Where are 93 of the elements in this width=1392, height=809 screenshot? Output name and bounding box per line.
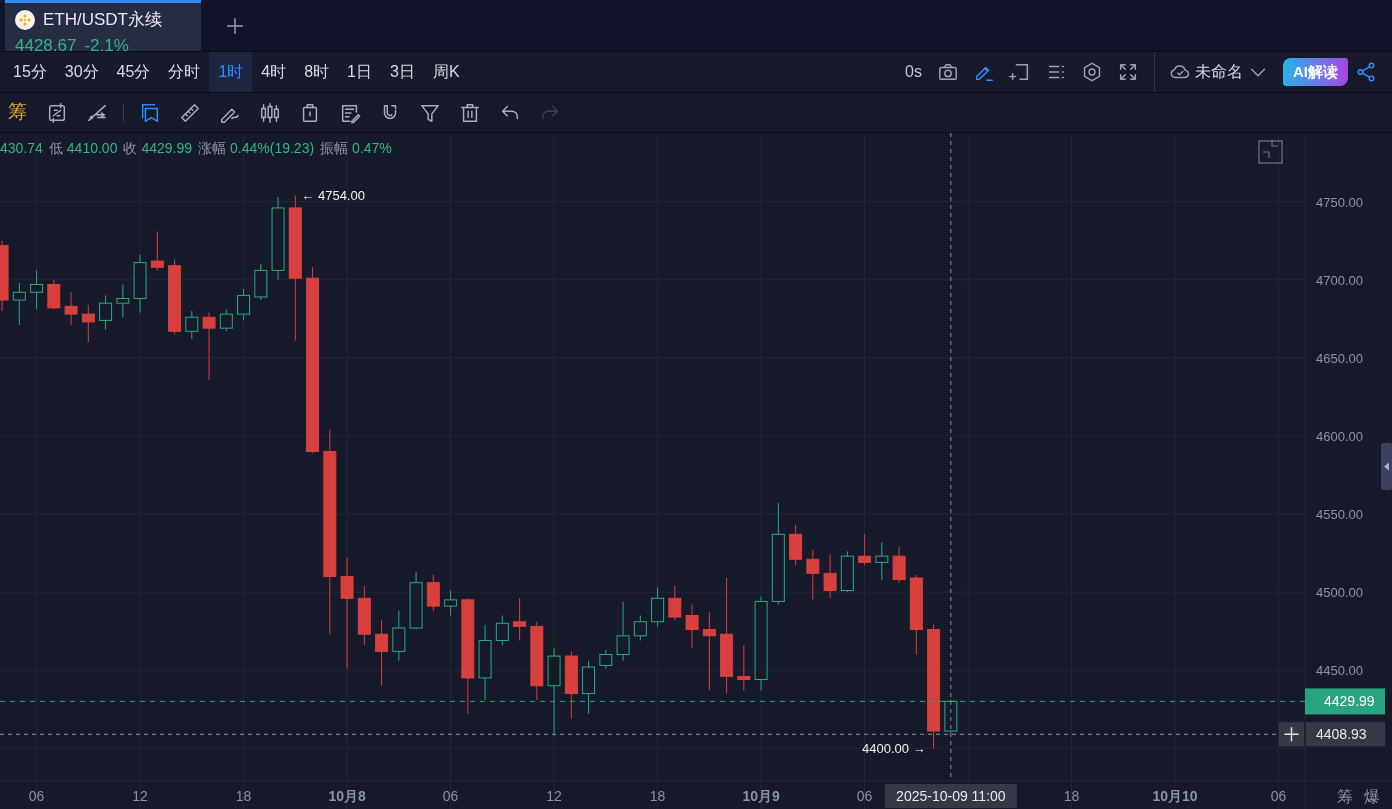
add-alert-button[interactable] [1279, 722, 1304, 747]
candlestick [651, 586, 665, 627]
candlestick [444, 590, 458, 616]
candlestick [392, 610, 406, 662]
coin-logo-icon [15, 9, 35, 30]
share-icon [1355, 61, 1377, 83]
candlestick [668, 585, 682, 621]
ai-button[interactable]: AI解读 [1283, 57, 1348, 87]
candlestick [892, 546, 906, 584]
layout-dropdown[interactable]: 未命名 [1163, 60, 1275, 84]
candlestick [789, 524, 803, 566]
time-axis-label: 10月10 [1152, 788, 1198, 804]
price-axis-label: 4500.00 [1316, 585, 1363, 601]
candlestick [99, 294, 113, 331]
ohlc-label: 低 [48, 140, 63, 156]
candlestick [237, 288, 251, 321]
candlestick [0, 240, 9, 312]
countdown-timer: 0s [905, 62, 922, 82]
axis-corner-label[interactable]: 筹 [1337, 788, 1353, 805]
candlestick [840, 550, 854, 593]
candlestick [150, 230, 164, 271]
ohlc-value: 0.47% [352, 140, 392, 156]
timeframe-tab[interactable]: 3日 [381, 52, 424, 92]
ohlc-label: 收 [123, 140, 138, 156]
ohlc-label: 振幅 [320, 140, 349, 156]
ohlc-value: 4429.99 [141, 140, 193, 156]
ref-line-label: 4408.93 [1316, 726, 1367, 743]
timeframe-tab[interactable]: 1日 [338, 52, 381, 92]
candlestick [202, 312, 216, 381]
candlestick [599, 649, 613, 670]
ref-line-label: 4429.99 [1324, 693, 1375, 710]
timeframe-tab[interactable]: 周K [423, 52, 469, 92]
time-axis-label: 18 [1063, 788, 1080, 804]
symbol-tab[interactable]: ETH/USDT永续 4428.67 -2.1% [5, 0, 201, 51]
candlestick [564, 650, 578, 720]
timeframe-tab[interactable]: 1时 [209, 52, 253, 92]
candlestick [64, 291, 78, 326]
candlestick [254, 263, 268, 301]
time-axis-label: 10月8 [328, 788, 366, 804]
symbol-name: ETH/USDT永续 [43, 9, 162, 31]
price-axis-label: 4600.00 [1316, 428, 1363, 444]
timeframe-tab[interactable]: 4时 [252, 52, 296, 92]
candlestick [81, 304, 95, 343]
candlestick [513, 597, 527, 641]
candlestick [375, 619, 389, 687]
candlestick [219, 308, 233, 332]
time-axis-label: 18 [649, 788, 666, 804]
candlestick [737, 644, 751, 691]
crosshair-time-tag: 2025-10-09 11:00 [884, 784, 1017, 808]
time-axis-label: 12 [132, 788, 148, 804]
axis-corner-label[interactable]: 爆 [1364, 788, 1380, 805]
candlestick [806, 549, 820, 601]
time-axis-label: 06 [442, 788, 459, 804]
candlestick [685, 604, 699, 649]
ohlc-value: 430.74 [0, 140, 43, 156]
ohlc-value: 4410.00 [66, 140, 118, 156]
ohlc-value: 0.44%(19.23) [230, 140, 315, 156]
collapse-handle[interactable] [1381, 443, 1392, 490]
candlestick [426, 574, 440, 612]
candlestick [47, 279, 61, 310]
candlestick [858, 533, 872, 566]
price-axis-label: 4650.00 [1316, 350, 1363, 366]
time-axis-label: 06 [1270, 788, 1287, 804]
price-axis-label: 4550.00 [1316, 507, 1363, 522]
chip-label[interactable]: 筹 [0, 98, 37, 127]
low-price-label: 4400.00 → [862, 741, 926, 757]
time-axis-label: 18 [235, 788, 252, 804]
candlestick [409, 571, 423, 631]
candlestick [823, 554, 837, 599]
time-axis-label: 12 [546, 788, 562, 804]
candlestick [116, 283, 130, 318]
candlestick [582, 660, 596, 715]
price-axis-label: 4450.00 [1316, 663, 1363, 679]
candlestick [875, 541, 889, 581]
candlestick [633, 615, 647, 641]
candlestick [12, 282, 26, 326]
candlestick [357, 585, 371, 646]
crosshair-price-tag: 4408.93 [1306, 722, 1385, 747]
candlestick [495, 615, 509, 646]
time-axis-label: 10月9 [742, 788, 780, 804]
high-price-label: ← 4754.00 [301, 188, 365, 204]
ohlc-label: 涨幅 [198, 140, 227, 156]
price-axis-label: 4750.00 [1316, 194, 1363, 210]
time-axis-label: 06 [28, 788, 45, 804]
timeframe-tab[interactable]: 分时 [159, 52, 210, 92]
time-axis-label: 06 [856, 788, 873, 804]
candlestick [616, 600, 630, 662]
candlestick [133, 254, 147, 314]
candlestick [30, 269, 44, 310]
price-axis-label: 4700.00 [1316, 272, 1363, 288]
last-price-tag: 4429.99 [1305, 688, 1385, 715]
timeframe-tab[interactable]: 8时 [295, 52, 339, 92]
candlestick [185, 310, 199, 340]
